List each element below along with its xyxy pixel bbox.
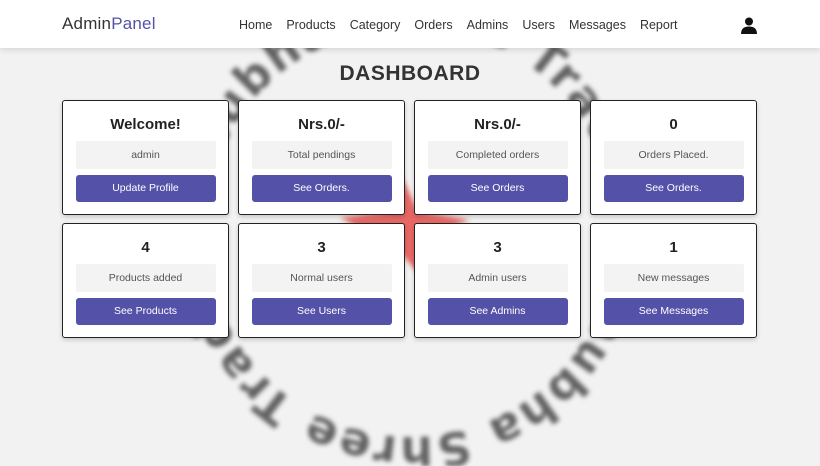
card-new-messages: 1 New messages See Messages bbox=[590, 223, 757, 338]
card-admin-users: 3 Admin users See Admins bbox=[414, 223, 581, 338]
admin-panel-logo[interactable]: AdminPanel bbox=[62, 14, 156, 34]
card-completed-orders: Nrs.0/- Completed orders See Orders bbox=[414, 100, 581, 215]
see-messages-button[interactable]: See Messages bbox=[603, 298, 744, 325]
see-users-button[interactable]: See Users bbox=[251, 298, 392, 325]
card-total-pendings: Nrs.0/- Total pendings See Orders. bbox=[238, 100, 405, 215]
dashboard-grid: Welcome! admin Update Profile Nrs.0/- To… bbox=[62, 100, 757, 338]
nav-messages[interactable]: Messages bbox=[569, 18, 626, 32]
nav-users[interactable]: Users bbox=[522, 18, 555, 32]
nav-orders[interactable]: Orders bbox=[414, 18, 452, 32]
card-heading: 3 bbox=[317, 239, 326, 256]
card-heading: Nrs.0/- bbox=[474, 116, 521, 133]
top-navbar: AdminPanel Home Products Category Orders… bbox=[0, 0, 820, 48]
user-icon[interactable] bbox=[741, 17, 757, 34]
nav-report[interactable]: Report bbox=[640, 18, 678, 32]
card-heading: 1 bbox=[669, 239, 678, 256]
main-nav: Home Products Category Orders Admins Use… bbox=[239, 18, 691, 32]
card-heading: 3 bbox=[493, 239, 502, 256]
see-admins-button[interactable]: See Admins bbox=[427, 298, 568, 325]
card-info: Products added bbox=[75, 264, 216, 292]
card-heading: Nrs.0/- bbox=[298, 116, 345, 133]
card-info: Normal users bbox=[251, 264, 392, 292]
nav-category[interactable]: Category bbox=[350, 18, 401, 32]
card-orders-placed: 0 Orders Placed. See Orders. bbox=[590, 100, 757, 215]
card-info: Admin users bbox=[427, 264, 568, 292]
card-welcome: Welcome! admin Update Profile bbox=[62, 100, 229, 215]
nav-home[interactable]: Home bbox=[239, 18, 272, 32]
card-info: Orders Placed. bbox=[603, 141, 744, 169]
see-completed-orders-button[interactable]: See Orders bbox=[427, 175, 568, 202]
nav-admins[interactable]: Admins bbox=[467, 18, 509, 32]
card-info: Completed orders bbox=[427, 141, 568, 169]
card-heading: 4 bbox=[141, 239, 150, 256]
page-title: DASHBOARD bbox=[339, 62, 481, 85]
card-heading: Welcome! bbox=[110, 116, 181, 133]
card-products-added: 4 Products added See Products bbox=[62, 223, 229, 338]
card-info: New messages bbox=[603, 264, 744, 292]
logo-text-panel: Panel bbox=[111, 14, 156, 33]
card-normal-users: 3 Normal users See Users bbox=[238, 223, 405, 338]
nav-products[interactable]: Products bbox=[286, 18, 335, 32]
see-products-button[interactable]: See Products bbox=[75, 298, 216, 325]
logo-text-admin: Admin bbox=[62, 14, 112, 33]
card-heading: 0 bbox=[669, 116, 678, 133]
see-placed-orders-button[interactable]: See Orders. bbox=[603, 175, 744, 202]
update-profile-button[interactable]: Update Profile bbox=[75, 175, 216, 202]
card-info: Total pendings bbox=[251, 141, 392, 169]
card-info: admin bbox=[75, 141, 216, 169]
see-pending-orders-button[interactable]: See Orders. bbox=[251, 175, 392, 202]
